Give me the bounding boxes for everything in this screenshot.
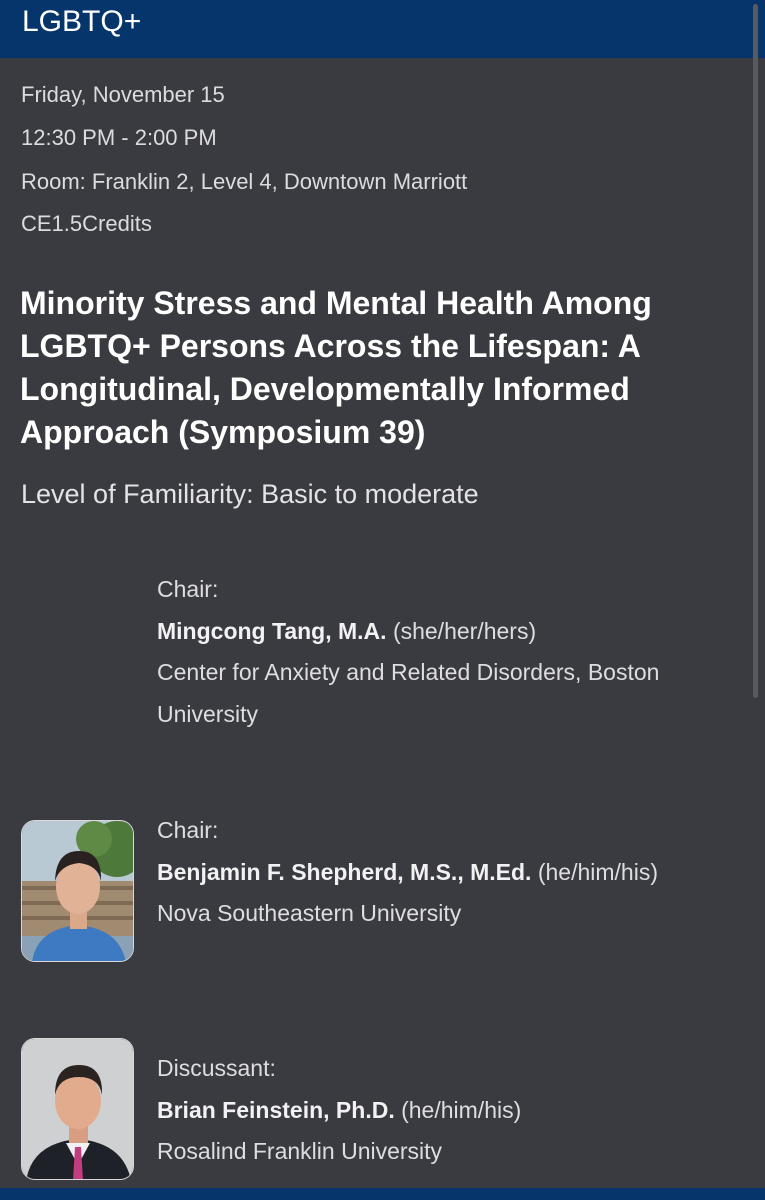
avatar-image	[22, 821, 133, 961]
person-role: Chair:	[157, 576, 219, 602]
person-pronouns: (he/him/his)	[537, 858, 658, 885]
person-affiliation: Center for Anxiety and Related Disorders…	[157, 659, 660, 727]
person-role: Chair:	[157, 817, 219, 843]
person-role: Discussant:	[157, 1055, 276, 1081]
person-affiliation: Nova Southeastern University	[157, 900, 462, 926]
person-name: Benjamin F. Shepherd, M.S., M.Ed.	[157, 858, 532, 885]
person-pronouns: (he/him/his)	[401, 1096, 522, 1123]
person-name-line: Mingcong Tang, M.A. (she/her/hers)	[157, 611, 727, 653]
session-date: Friday, November 15	[21, 82, 225, 107]
person-pronouns: (she/her/hers)	[392, 617, 537, 644]
session-title: Minority Stress and Mental Health Among …	[20, 285, 652, 450]
person-card-chair-1[interactable]: Chair: Mingcong Tang, M.A. (she/her/hers…	[157, 569, 727, 735]
page-title: LGBTQ+	[22, 5, 142, 38]
header-bar: LGBTQ+	[0, 0, 765, 58]
scrollbar-thumb[interactable]	[753, 4, 758, 698]
person-name: Brian Feinstein, Ph.D.	[157, 1096, 395, 1123]
person-card-chair-2[interactable]: Chair: Benjamin F. Shepherd, M.S., M.Ed.…	[157, 810, 727, 935]
avatar[interactable]	[21, 820, 134, 962]
person-affiliation: Rosalind Franklin University	[157, 1138, 443, 1164]
session-credits: CE1.5Credits	[21, 211, 152, 236]
person-card-discussant[interactable]: Discussant: Brian Feinstein, Ph.D. (he/h…	[157, 1048, 727, 1173]
session-time: 12:30 PM - 2:00 PM	[21, 125, 217, 150]
avatar-image	[22, 1039, 133, 1179]
bottom-bar	[0, 1188, 765, 1200]
session-room: Room: Franklin 2, Level 4, Downtown Marr…	[21, 169, 468, 194]
familiarity-level: Level of Familiarity: Basic to moderate	[21, 479, 479, 509]
avatar[interactable]	[21, 1038, 134, 1180]
person-name-line: Benjamin F. Shepherd, M.S., M.Ed. (he/hi…	[157, 852, 727, 894]
person-name-line: Brian Feinstein, Ph.D. (he/him/his)	[157, 1090, 727, 1132]
person-name: Mingcong Tang, M.A.	[157, 617, 387, 644]
